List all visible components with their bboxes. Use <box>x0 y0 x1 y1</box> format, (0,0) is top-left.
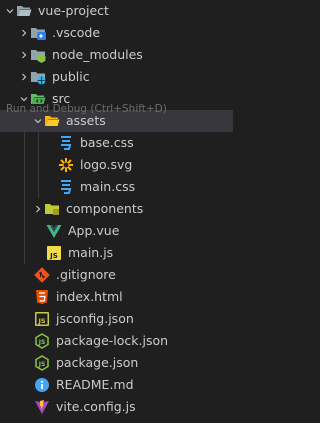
indent-guide <box>24 132 25 154</box>
folder-open-icon <box>16 3 32 19</box>
chevron-down-icon <box>32 110 44 132</box>
tree-item-vite-config-js[interactable]: vite.config.js <box>0 396 233 418</box>
info-icon <box>34 377 50 393</box>
file-explorer-tree: vue-project .vscode node_modules public … <box>0 0 233 418</box>
tree-item-assets[interactable]: assets <box>0 110 233 132</box>
chevron-right-icon <box>18 22 30 44</box>
public-folder-icon <box>30 69 46 85</box>
tree-item-index-html[interactable]: index.html <box>0 286 233 308</box>
svg-text:JS: JS <box>49 252 58 260</box>
tree-item-label: vue-project <box>38 3 109 18</box>
indent-guide <box>24 110 25 132</box>
indent-guide <box>38 154 39 176</box>
svg-file-icon <box>58 157 74 173</box>
tree-item-logo-svg[interactable]: logo.svg <box>0 154 233 176</box>
tree-item-package-json[interactable]: JS package.json <box>0 352 233 374</box>
css-file-icon <box>58 179 74 195</box>
svg-text:JS: JS <box>37 317 45 325</box>
tree-item-label: public <box>52 69 90 84</box>
vscode-folder-icon <box>30 25 46 41</box>
tree-item-vscode[interactable]: .vscode <box>0 22 233 44</box>
node-modules-folder-icon <box>30 47 46 63</box>
tree-item-package-lock-json[interactable]: JS package-lock.json <box>0 330 233 352</box>
tree-item-label: node_modules <box>52 47 143 62</box>
js-file-icon: JS <box>46 245 62 261</box>
indent-guide <box>38 176 39 198</box>
tree-item-main-js[interactable]: JS main.js <box>0 242 233 264</box>
tree-item-label: assets <box>66 113 106 128</box>
tree-item-main-css[interactable]: main.css <box>0 176 233 198</box>
tree-item-components[interactable]: components <box>0 198 233 220</box>
tree-item-label: logo.svg <box>80 157 133 172</box>
jsconfig-file-icon: JS <box>34 311 50 327</box>
indent-guide <box>24 242 25 264</box>
chevron-right-icon <box>18 66 30 88</box>
indent-guide <box>24 176 25 198</box>
tree-item-jsconfig-json[interactable]: JS jsconfig.json <box>0 308 233 330</box>
src-folder-open-icon <box>30 91 46 107</box>
chevron-right-icon <box>18 44 30 66</box>
tree-item-gitignore[interactable]: .gitignore <box>0 264 233 286</box>
tree-item-label: .gitignore <box>56 267 116 282</box>
tree-item-label: base.css <box>80 135 134 150</box>
indent-guide <box>24 198 25 220</box>
indent-guide <box>38 132 39 154</box>
tree-item-app-vue[interactable]: App.vue <box>0 220 233 242</box>
tree-item-label: package-lock.json <box>56 333 169 348</box>
vue-file-icon <box>46 223 62 239</box>
tree-item-readme-md[interactable]: README.md <box>0 374 233 396</box>
css-file-icon <box>58 135 74 151</box>
tree-item-label: README.md <box>56 377 134 392</box>
tree-item-label: index.html <box>56 289 123 304</box>
svg-text:JS: JS <box>38 361 46 368</box>
tree-item-node-modules[interactable]: node_modules <box>0 44 233 66</box>
nodejs-file-icon: JS <box>34 333 50 349</box>
tree-item-label: package.json <box>56 355 139 370</box>
components-folder-icon <box>44 201 60 217</box>
indent-guide <box>24 220 25 242</box>
chevron-down-icon <box>18 88 30 110</box>
tree-item-src[interactable]: src <box>0 88 233 110</box>
tree-item-label: vite.config.js <box>56 399 136 414</box>
tree-item-label: components <box>66 201 144 216</box>
vite-file-icon <box>34 399 50 415</box>
tree-item-public[interactable]: public <box>0 66 233 88</box>
indent-guide <box>24 154 25 176</box>
tree-item-base-css[interactable]: base.css <box>0 132 233 154</box>
chevron-right-icon <box>32 198 44 220</box>
tree-item-label: .vscode <box>52 25 101 40</box>
nodejs-file-icon: JS <box>34 355 50 371</box>
svg-text:JS: JS <box>38 339 46 346</box>
tree-item-label: src <box>52 91 71 106</box>
tree-item-label: App.vue <box>68 223 120 238</box>
tree-item-label: main.css <box>80 179 136 194</box>
tree-item-label: main.js <box>68 245 114 260</box>
html-file-icon <box>34 289 50 305</box>
assets-folder-open-icon <box>44 113 60 129</box>
tree-item-vue-project[interactable]: vue-project <box>0 0 233 22</box>
tree-item-label: jsconfig.json <box>56 311 134 326</box>
chevron-down-icon <box>4 0 16 22</box>
git-file-icon <box>34 267 50 283</box>
